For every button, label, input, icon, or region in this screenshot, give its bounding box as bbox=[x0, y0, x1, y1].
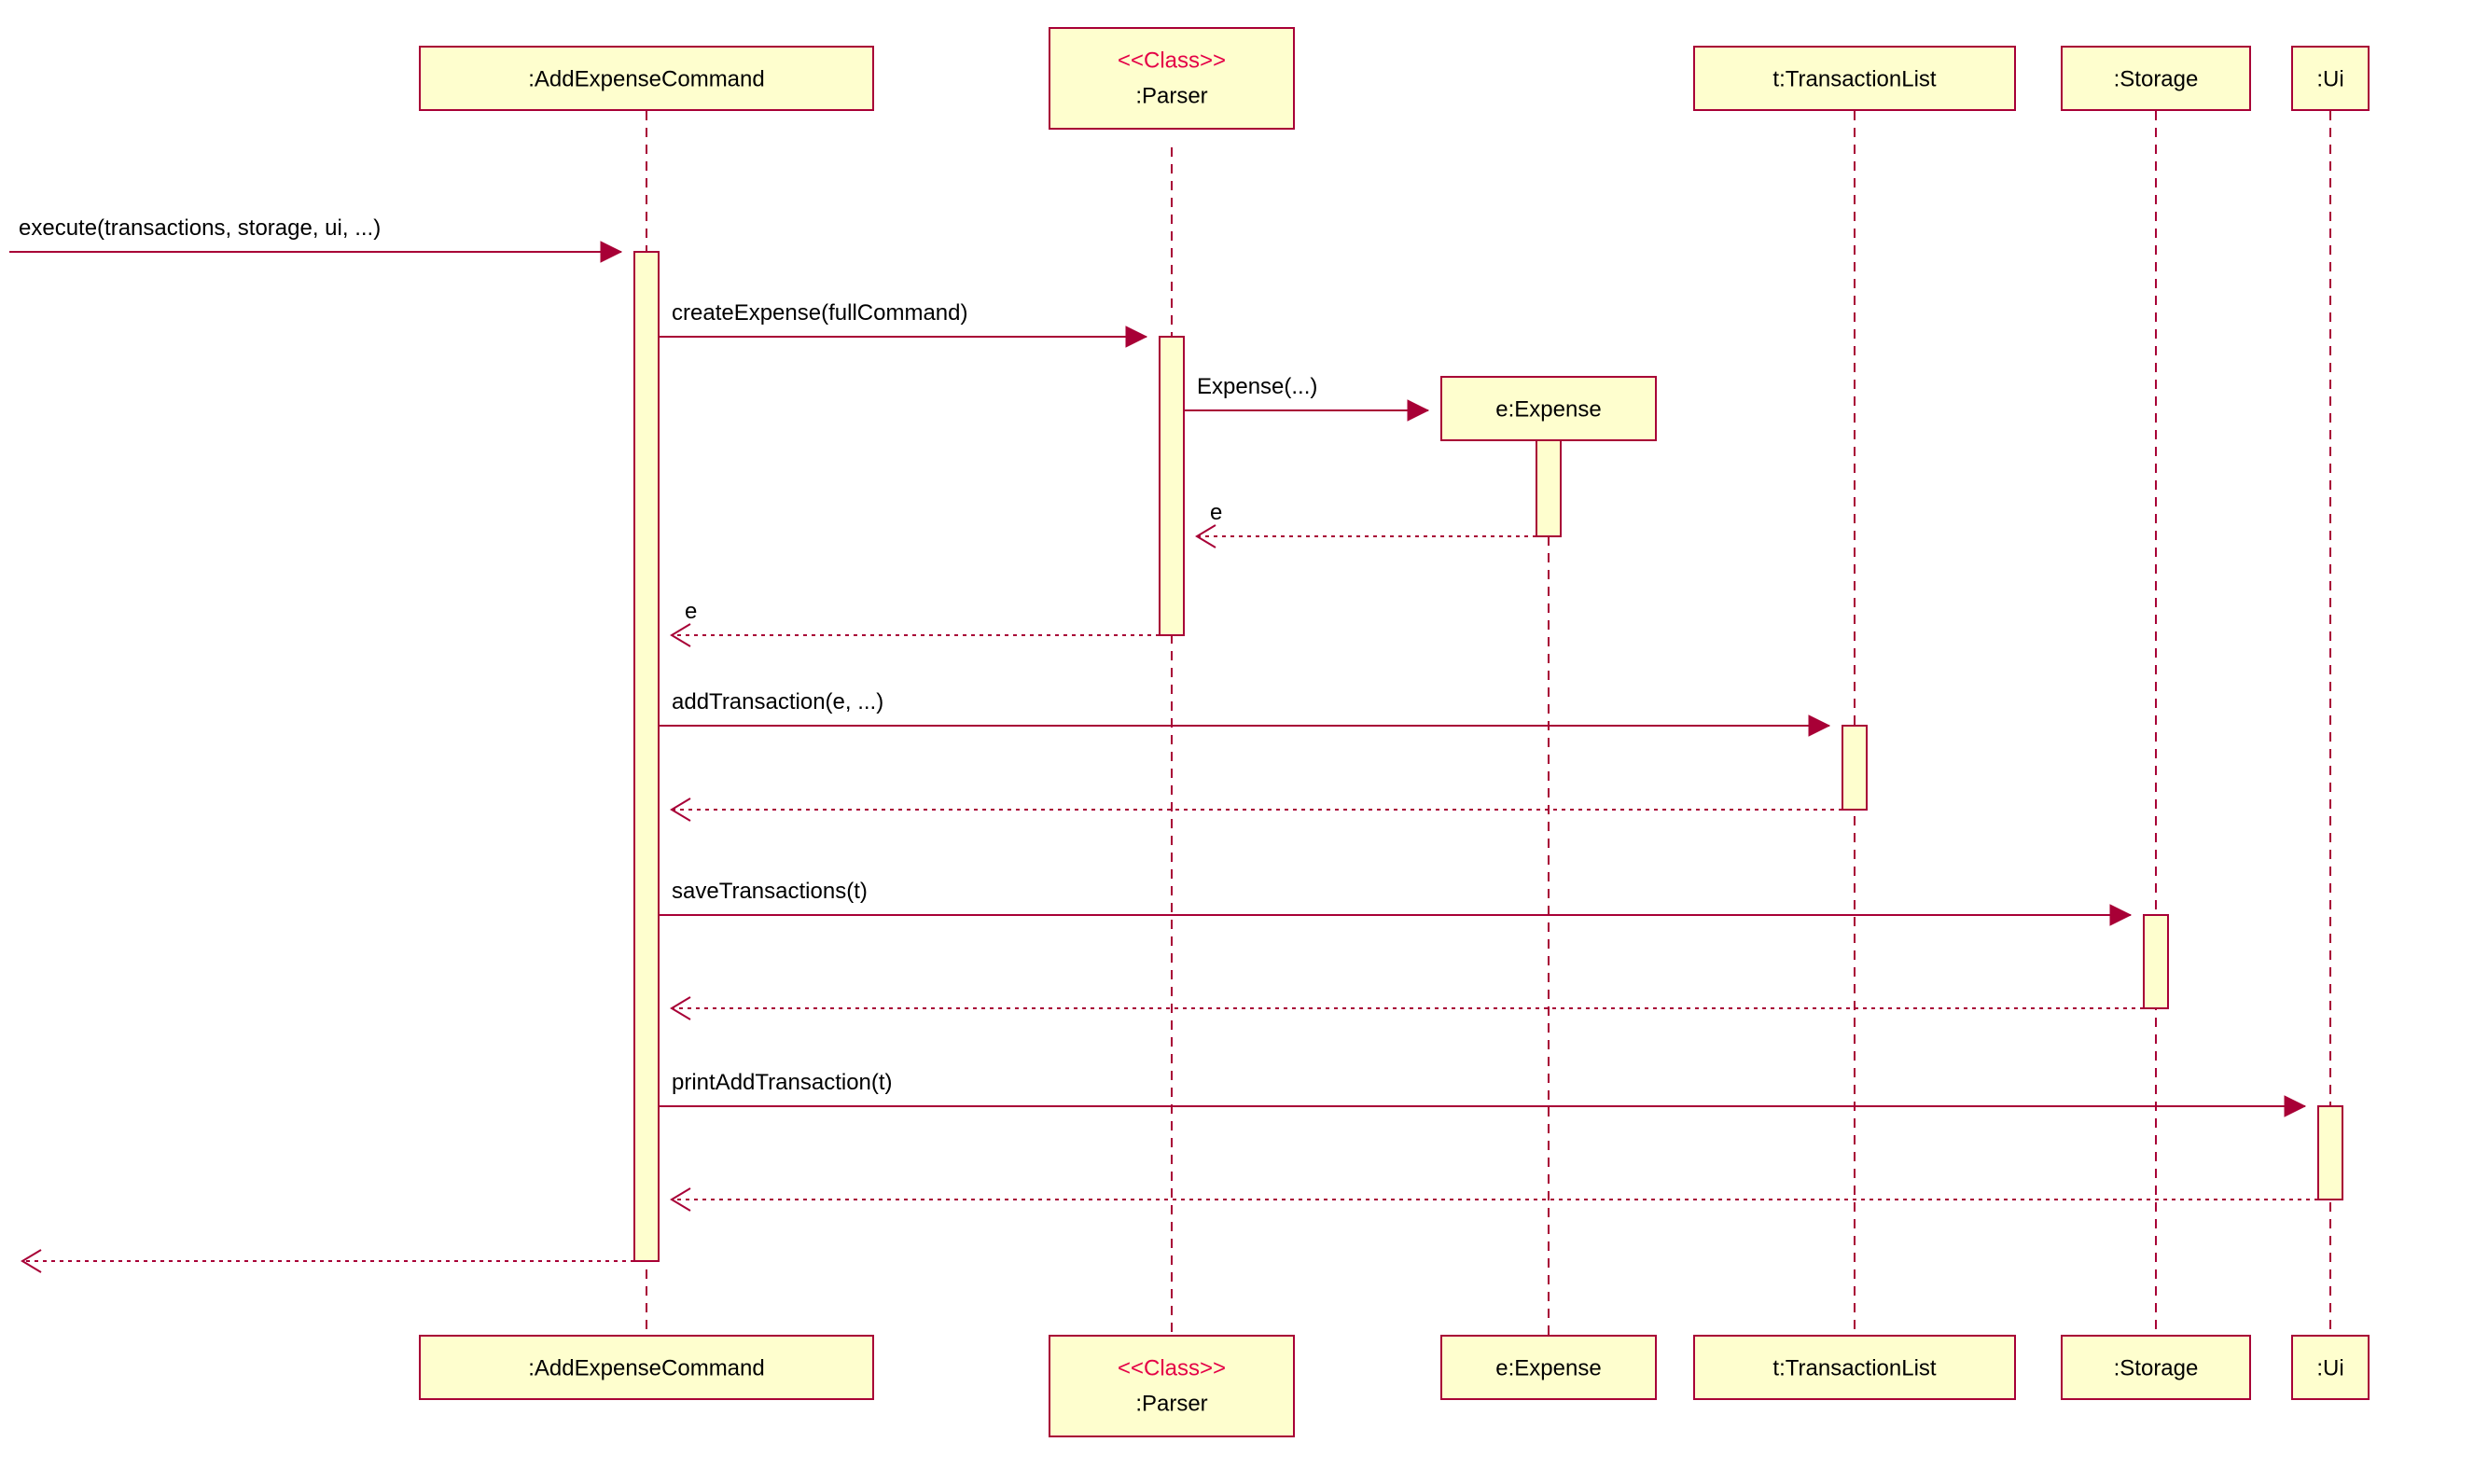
participant-add-expense-command-bottom-label: :AddExpenseCommand bbox=[528, 1355, 764, 1380]
participant-storage-bottom-label: :Storage bbox=[2114, 1355, 2199, 1380]
msg-expense-ctor-arrow bbox=[1408, 400, 1428, 421]
msg-add-transaction-arrow bbox=[1809, 715, 1829, 736]
msg-execute-arrow bbox=[601, 242, 621, 262]
activation-ui bbox=[2318, 1106, 2342, 1200]
participant-storage-top-label: :Storage bbox=[2114, 66, 2199, 91]
participant-parser-top-label: :Parser bbox=[1135, 83, 1207, 108]
participant-expense-head-label: e:Expense bbox=[1495, 396, 1601, 422]
msg-save-transactions-label: saveTransactions(t) bbox=[672, 879, 868, 904]
msg-print-add-transaction-label: printAddTransaction(t) bbox=[672, 1070, 893, 1095]
participant-parser-top-stereo: <<Class>> bbox=[1118, 48, 1226, 73]
participant-parser-bottom-label: :Parser bbox=[1135, 1391, 1207, 1416]
activation-storage bbox=[2144, 915, 2168, 1008]
participant-transaction-list-top-label: t:TransactionList bbox=[1772, 66, 1937, 91]
sequence-diagram: :AddExpenseCommand <<Class>> :Parser t:T… bbox=[0, 0, 2488, 1484]
participant-ui-top-label: :Ui bbox=[2316, 66, 2343, 91]
participant-parser-top bbox=[1049, 28, 1294, 129]
participant-ui-bottom-label: :Ui bbox=[2316, 1355, 2343, 1380]
participant-transaction-list-bottom-label: t:TransactionList bbox=[1772, 1355, 1937, 1380]
participant-add-expense-command-top-label: :AddExpenseCommand bbox=[528, 66, 764, 91]
msg-expense-ctor-label: Expense(...) bbox=[1197, 374, 1317, 399]
msg-return-e-to-cmd-label: e bbox=[685, 599, 697, 624]
participant-parser-bottom bbox=[1049, 1336, 1294, 1436]
msg-save-transactions-arrow bbox=[2110, 905, 2131, 925]
msg-return-e-to-parser-label: e bbox=[1210, 500, 1222, 525]
msg-create-expense-arrow bbox=[1126, 326, 1147, 347]
msg-execute-label: execute(transactions, storage, ui, ...) bbox=[19, 215, 381, 241]
participant-parser-bottom-stereo: <<Class>> bbox=[1118, 1355, 1226, 1380]
activation-transaction-list bbox=[1842, 726, 1867, 810]
msg-print-add-transaction-arrow bbox=[2285, 1096, 2305, 1116]
participant-expense-bottom-label: e:Expense bbox=[1495, 1355, 1601, 1380]
activation-parser bbox=[1160, 337, 1184, 635]
activation-add-expense-command bbox=[634, 252, 659, 1261]
msg-create-expense-label: createExpense(fullCommand) bbox=[672, 300, 967, 326]
msg-add-transaction-label: addTransaction(e, ...) bbox=[672, 689, 883, 714]
